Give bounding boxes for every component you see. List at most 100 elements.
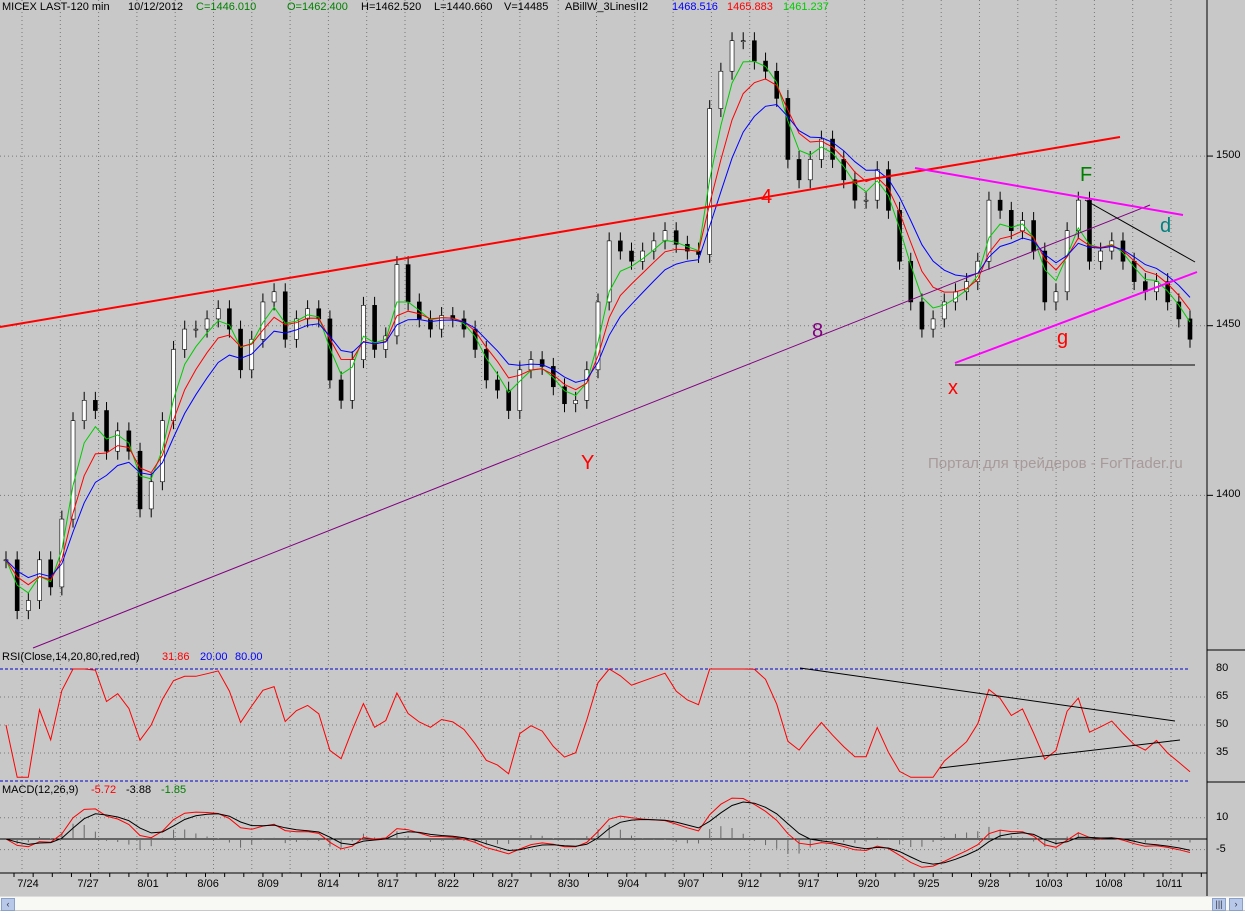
date-tick-label: 9/17	[797, 878, 820, 890]
horizontal-scrollbar[interactable]: ‹ ||| ›	[0, 896, 1245, 911]
candle-body	[897, 210, 902, 262]
candle-body	[104, 410, 109, 452]
macd-signal-value: -3.88	[126, 784, 152, 796]
candle-body	[908, 260, 914, 303]
rsi-line	[5, 668, 1191, 778]
trendline-magenta-lower	[954, 271, 1198, 364]
rsi-label: RSI(Close,14,20,80,red,red)	[2, 651, 140, 663]
watermark: Портал для трейдеров - ForTrader.ru	[928, 455, 1183, 472]
close-value: C=1446.010	[196, 1, 257, 13]
candle-body	[26, 600, 31, 611]
rsi-trendline-upper	[799, 667, 1176, 722]
trendline-purple	[32, 204, 1151, 649]
candle-body	[495, 379, 500, 391]
date-tick-label: 8/27	[497, 878, 520, 890]
candle-body	[305, 308, 310, 320]
candle-body	[584, 369, 590, 401]
date-tick-label: 10/08	[1095, 878, 1123, 890]
scroll-left-button[interactable]: ‹	[1, 898, 15, 911]
macd-tick-label: 10	[1216, 811, 1229, 823]
annotation-4: 4	[761, 186, 773, 208]
candle-body	[863, 199, 869, 202]
candle-body	[148, 481, 154, 510]
axis-ticks	[13, 155, 1213, 877]
macd-value: -5.72	[91, 784, 117, 796]
date-tick-label: 8/06	[197, 878, 219, 890]
open-value: O=1462.400	[287, 1, 348, 13]
candle-body	[1098, 250, 1103, 262]
candle-body	[81, 400, 87, 421]
low-value: L=1440.660	[434, 1, 493, 13]
candle-body	[807, 159, 813, 181]
candle-body	[215, 308, 221, 320]
date-tick-label: 8/01	[137, 878, 159, 890]
rsi-high-level: 80.00	[235, 651, 263, 663]
macd-tick-label: -5	[1216, 843, 1226, 855]
candle-body	[484, 349, 489, 381]
rsi-path	[5, 668, 1191, 778]
grid	[0, 0, 1207, 873]
rsi-tick-label: 80	[1216, 662, 1229, 674]
trendline-magenta-upper	[914, 167, 1184, 216]
candle-body	[1064, 230, 1070, 293]
price-tick-label: 1450	[1216, 318, 1241, 330]
annotation-F: F	[1080, 164, 1093, 186]
date-tick-label: 8/30	[557, 878, 580, 890]
candle-body	[919, 301, 925, 330]
candle-body	[841, 159, 847, 181]
candle-body	[506, 389, 511, 411]
candles	[3, 32, 1193, 620]
annotation-d: d	[1160, 215, 1172, 237]
candle-body	[93, 400, 98, 411]
scroll-right-button[interactable]: ›	[1229, 898, 1243, 911]
macd-label: MACD(12,26,9)	[2, 784, 79, 796]
candle-body	[428, 318, 433, 330]
candle-body	[796, 159, 802, 181]
candle-body	[662, 230, 668, 242]
candle-body	[338, 379, 344, 401]
date-tick-label: 9/25	[918, 878, 940, 890]
candle-body	[1076, 199, 1081, 232]
annotation-g: g	[1057, 327, 1069, 349]
date-tick-label: 9/20	[857, 878, 880, 890]
rsi-tick-label: 50	[1216, 718, 1229, 730]
annotation-Y: Y	[581, 452, 595, 474]
candle-body	[193, 328, 199, 331]
candle-body	[874, 169, 880, 201]
date-tick-label: 8/17	[377, 878, 400, 890]
candle-body	[137, 450, 143, 510]
candle-body	[752, 40, 757, 62]
date-tick-label: 8/14	[317, 878, 339, 890]
candle-body	[573, 400, 578, 405]
date-tick-label: 8/22	[437, 878, 460, 890]
date-tick-label: 7/27	[77, 878, 99, 890]
candle-body	[740, 40, 746, 43]
blue-line-value: 1468.516	[672, 1, 718, 13]
candle-body	[718, 70, 724, 109]
date-tick-label: 10/11	[1155, 878, 1183, 890]
rsi-tick-label: 35	[1216, 746, 1229, 758]
macd-hist-value: -1.85	[161, 784, 187, 796]
rsi-tick-label: 65	[1216, 690, 1229, 702]
symbol-label: MICEX LAST-120 min	[2, 1, 110, 13]
candle-body	[182, 328, 188, 350]
green-line-value: 1461.237	[783, 1, 829, 13]
candle-body	[1053, 291, 1059, 303]
candle-body	[997, 199, 1003, 211]
date-tick-label: 10/03	[1035, 878, 1063, 890]
date-tick-label: 9/12	[737, 878, 760, 890]
candle-body	[115, 430, 120, 452]
indicator-label: ABillW_3LinesII2	[565, 1, 649, 13]
candle-body	[227, 308, 232, 330]
candle-body	[1087, 199, 1092, 262]
candle-body	[70, 420, 76, 520]
candle-body	[48, 559, 53, 588]
candle-body	[1131, 260, 1137, 282]
rsi-value: 31.86	[162, 651, 190, 663]
date-label: 10/12/2012	[128, 1, 184, 13]
scroll-thumb[interactable]: |||	[1212, 898, 1226, 911]
volume-value: V=14485	[504, 1, 549, 13]
candle-body	[629, 250, 634, 262]
annotation-8: 8	[812, 320, 824, 342]
candle-body	[204, 318, 210, 330]
